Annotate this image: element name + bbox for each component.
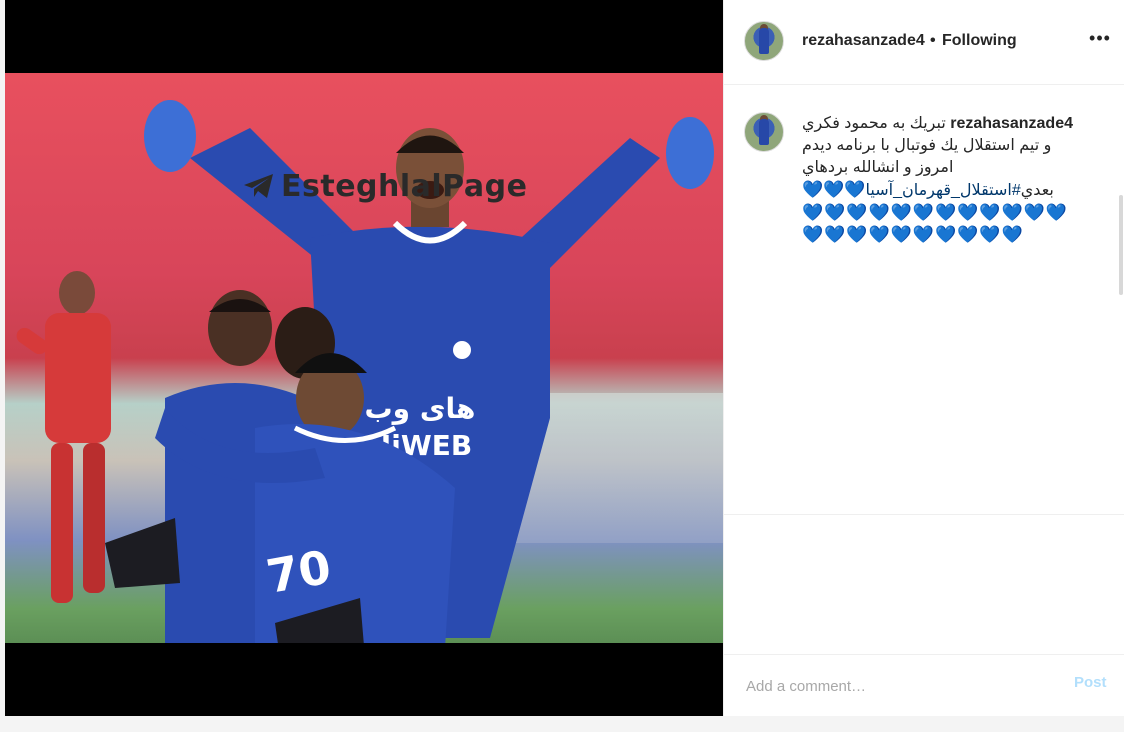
caption-hashtag[interactable]: #استقلال_قهرمان_آسيا [866, 182, 1021, 199]
watermark-text: EsteghlalPage [281, 168, 528, 204]
post-sidebar: rezahasanzade4 • Following ••• rezahasan… [723, 0, 1124, 716]
caption-line-3: امروز و انشالله بردهاي [802, 159, 954, 176]
caption-username[interactable]: rezahasanzade4 [950, 115, 1073, 132]
blue-heart-icons: 💙💙💙💙💙💙💙💙💙💙💙💙 [802, 203, 1069, 222]
more-options-button[interactable]: ••• [1088, 26, 1112, 50]
jersey-number: 70 [263, 540, 335, 604]
caption-line-1: تبريك به محمود فكري [802, 115, 946, 132]
header-separator: • [930, 32, 936, 49]
watermark: EsteghlalPage [243, 167, 527, 205]
divider [724, 514, 1124, 515]
comment-box: Post [724, 655, 1124, 716]
comment-input[interactable] [744, 673, 1048, 699]
hugging-players: 70 [105, 290, 455, 643]
header-username[interactable]: rezahasanzade4 [802, 32, 925, 50]
follow-status-button[interactable]: Following [942, 32, 1017, 50]
blue-heart-icons: 💙💙💙💙💙💙💙💙💙💙 [802, 225, 1024, 244]
post-photo[interactable]: های وب HiWEB 70 EsteghlalPage [5, 73, 723, 643]
post-header: rezahasanzade4 • Following ••• [724, 0, 1124, 85]
post-caption: rezahasanzade4 تبريك به محمود فكري و تيم… [802, 113, 1086, 246]
blue-heart-icons: 💙💙💙 [802, 180, 866, 199]
instagram-post: های وب HiWEB 70 EsteghlalPage rezahasanz… [5, 0, 1124, 716]
telegram-icon [244, 174, 273, 198]
post-comment-button[interactable]: Post [1074, 674, 1107, 691]
caption-avatar[interactable] [744, 112, 784, 152]
scrollbar[interactable] [1119, 195, 1123, 295]
caption-line-2: و تيم استقلال يك فوتبال با برنامه ديدم [802, 137, 1052, 154]
comments-area: rezahasanzade4 تبريك به محمود فكري و تيم… [724, 85, 1124, 515]
post-media[interactable]: های وب HiWEB 70 EsteghlalPage [5, 0, 723, 716]
avatar[interactable] [744, 21, 784, 61]
caption-line-4: بعدي [1020, 182, 1054, 199]
ellipsis-icon: ••• [1089, 27, 1111, 48]
